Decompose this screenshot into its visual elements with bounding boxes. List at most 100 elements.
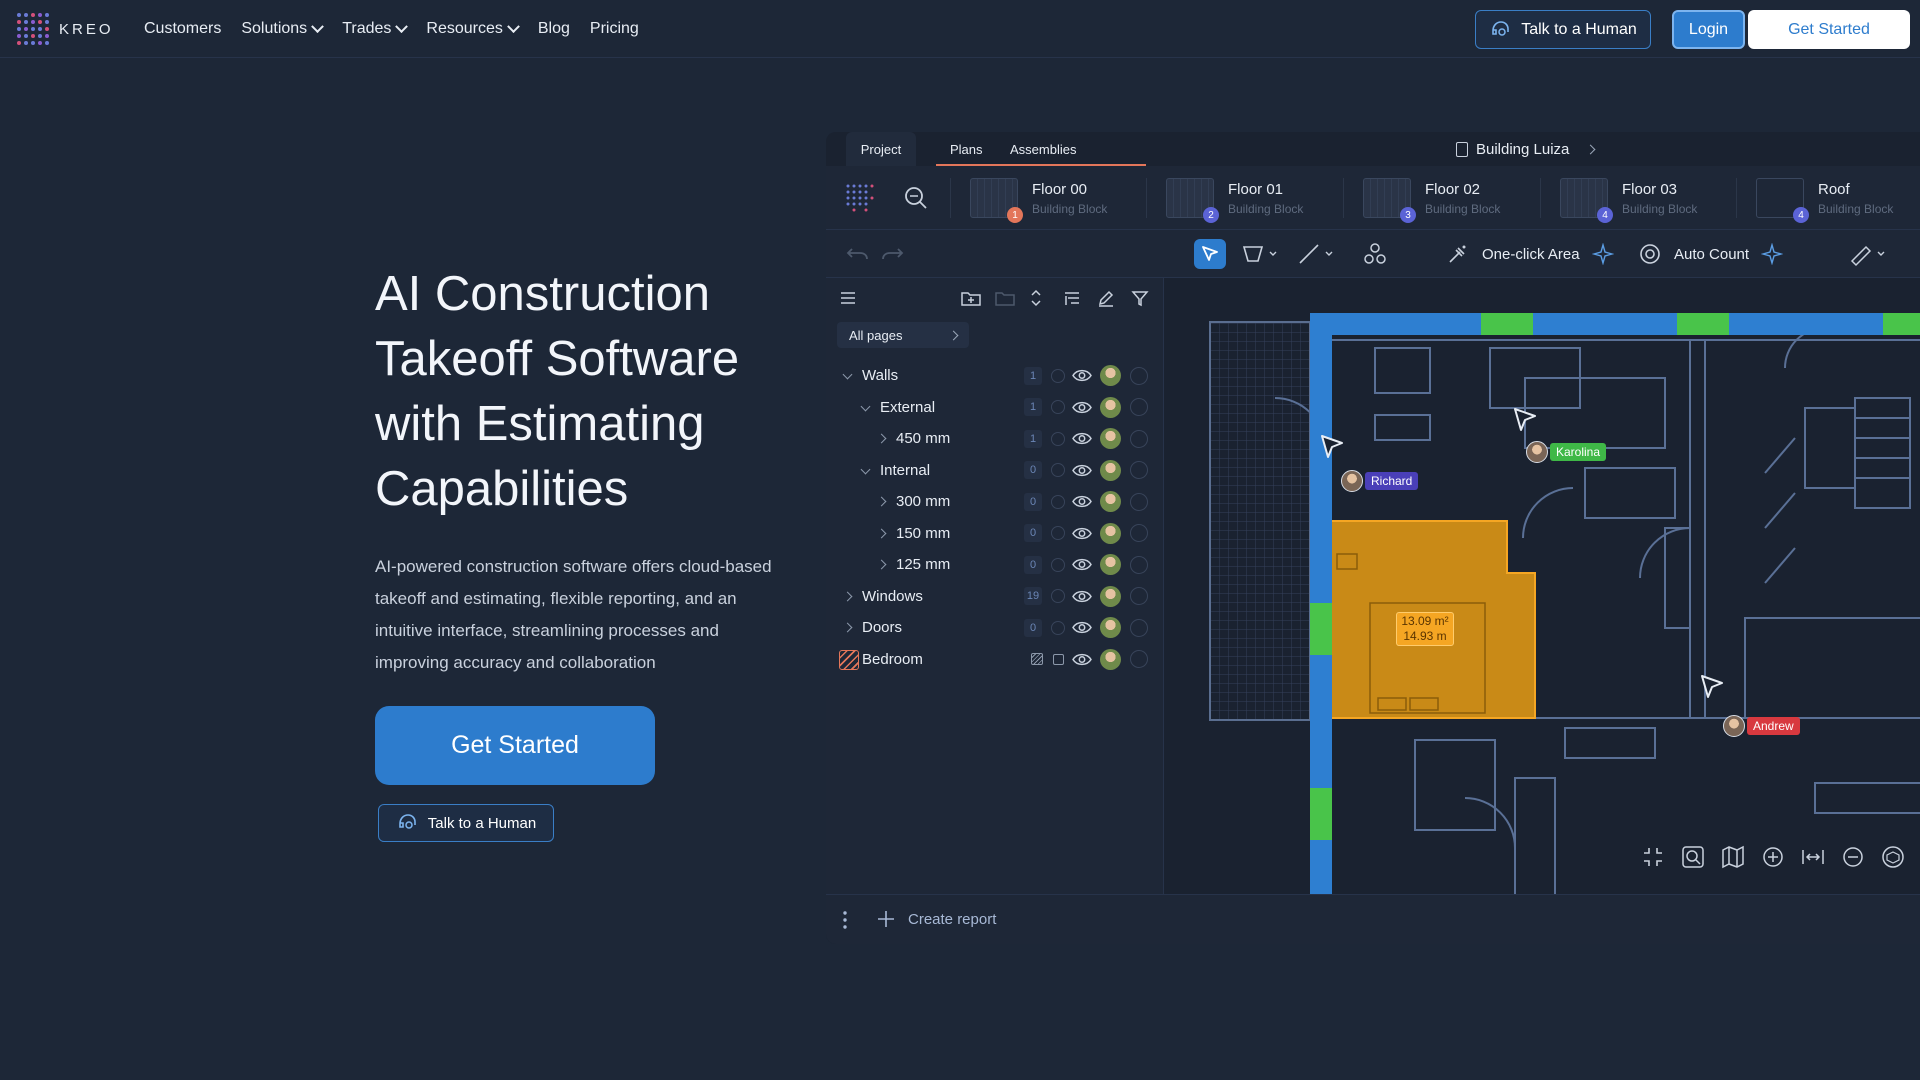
share-icon[interactable] xyxy=(1130,650,1148,669)
get-started-hero-button[interactable]: Get Started xyxy=(375,706,655,785)
eye-icon[interactable] xyxy=(1072,621,1092,634)
all-pages-selector[interactable]: All pages xyxy=(837,322,969,348)
chevron-right-icon[interactable] xyxy=(876,433,887,444)
eye-icon[interactable] xyxy=(1072,558,1092,571)
floor-card-02[interactable]: 3 Floor 02 Building Block xyxy=(1363,174,1500,223)
tree-row[interactable]: Doors 0 xyxy=(826,612,1164,644)
eye-icon[interactable] xyxy=(1072,527,1092,540)
create-report-button[interactable]: Create report xyxy=(876,909,996,929)
zoom-search-icon[interactable] xyxy=(900,182,932,214)
menu-trades[interactable]: Trades xyxy=(342,19,409,38)
chevron-right-icon[interactable] xyxy=(876,496,887,507)
color-dot-icon[interactable] xyxy=(1051,431,1065,446)
redo-icon[interactable] xyxy=(878,239,906,269)
zoom-in-icon[interactable] xyxy=(1760,844,1786,870)
filter-icon[interactable] xyxy=(1130,288,1150,308)
floor-card-00[interactable]: 1 Floor 00 Building Block xyxy=(970,174,1107,223)
more-vertical-icon[interactable] xyxy=(842,910,848,930)
chevron-down-icon[interactable] xyxy=(860,401,871,411)
chevron-right-icon[interactable] xyxy=(842,591,853,601)
tree-row[interactable]: External 1 xyxy=(826,392,1164,424)
floor-card-01[interactable]: 2 Floor 01 Building Block xyxy=(1166,174,1303,223)
color-dot-icon[interactable] xyxy=(1051,557,1065,572)
grid-dots-icon[interactable] xyxy=(844,182,876,214)
floor-card-03[interactable]: 4 Floor 03 Building Block xyxy=(1560,174,1697,223)
share-icon[interactable] xyxy=(1130,366,1148,385)
edit-icon[interactable] xyxy=(1096,288,1116,308)
color-dot-icon[interactable] xyxy=(1051,400,1065,415)
share-icon[interactable] xyxy=(1130,587,1148,606)
eye-icon[interactable] xyxy=(1072,369,1092,382)
tab-assemblies[interactable]: Assemblies xyxy=(1010,132,1076,166)
tree-row[interactable]: Internal 0 xyxy=(826,455,1164,487)
chevron-right-icon[interactable] xyxy=(876,559,887,570)
tree-row[interactable]: 450 mm 1 xyxy=(826,423,1164,455)
menu-customers[interactable]: Customers xyxy=(144,20,221,38)
share-icon[interactable] xyxy=(1130,398,1148,417)
select-tool-button[interactable] xyxy=(1194,239,1226,269)
map-icon[interactable] xyxy=(1720,844,1746,870)
chevron-down-icon[interactable] xyxy=(860,464,871,474)
tree-row[interactable]: Walls 1 xyxy=(826,360,1164,392)
color-dot-icon[interactable] xyxy=(1051,526,1065,541)
tree-row[interactable]: Bedroom xyxy=(826,644,1164,676)
menu-pricing[interactable]: Pricing xyxy=(590,20,639,38)
menu-icon[interactable] xyxy=(838,288,858,308)
drawing-canvas[interactable]: Richard Karolina Andrew 13.09 m² 14.93 m xyxy=(1165,278,1920,894)
tab-plans[interactable]: Plans xyxy=(950,132,983,166)
menu-blog[interactable]: Blog xyxy=(538,20,570,38)
undo-icon[interactable] xyxy=(844,239,872,269)
eye-icon[interactable] xyxy=(1072,432,1092,445)
color-dot-icon[interactable] xyxy=(1051,368,1065,383)
eye-icon[interactable] xyxy=(1072,401,1092,414)
talk-to-human-hero-button[interactable]: Talk to a Human xyxy=(378,804,554,842)
count-points-icon[interactable] xyxy=(1362,239,1388,269)
ruler-icon[interactable] xyxy=(1846,239,1890,269)
share-icon[interactable] xyxy=(1130,555,1148,574)
eye-icon[interactable] xyxy=(1072,590,1092,603)
tree-row[interactable]: 150 mm 0 xyxy=(826,518,1164,550)
zoom-out-icon[interactable] xyxy=(1840,844,1866,870)
login-button[interactable]: Login xyxy=(1672,10,1745,49)
folder-icon[interactable] xyxy=(994,288,1016,308)
polygon-area-icon[interactable] xyxy=(1240,239,1280,269)
eye-icon[interactable] xyxy=(1072,653,1092,666)
zoom-area-icon[interactable] xyxy=(1680,844,1706,870)
chevron-down-icon[interactable] xyxy=(842,369,853,380)
one-click-area-tool[interactable]: One-click Area xyxy=(1446,239,1614,269)
tree-row[interactable]: Windows 19 xyxy=(826,581,1164,613)
kreo-logo[interactable]: KREO xyxy=(17,13,114,45)
color-dot-icon[interactable] xyxy=(1051,494,1065,509)
floor-card-roof[interactable]: 4 Roof Building Block xyxy=(1756,174,1893,223)
auto-count-tool[interactable]: Auto Count xyxy=(1638,239,1784,269)
color-dot-icon[interactable] xyxy=(1051,620,1065,635)
expand-collapse-icon[interactable] xyxy=(1028,288,1044,308)
share-icon[interactable] xyxy=(1130,618,1148,637)
chevron-right-icon[interactable] xyxy=(876,528,887,538)
share-icon[interactable] xyxy=(1130,429,1148,448)
fit-width-icon[interactable] xyxy=(1800,844,1826,870)
building-selector[interactable]: Building Luiza xyxy=(1456,132,1596,166)
eye-icon[interactable] xyxy=(1072,464,1092,477)
tree-row[interactable]: 125 mm 0 xyxy=(826,549,1164,581)
share-icon[interactable] xyxy=(1130,492,1148,511)
talk-to-human-button[interactable]: Talk to a Human xyxy=(1475,10,1651,49)
fit-screen-icon[interactable] xyxy=(1640,844,1666,870)
tree-row[interactable]: 300 mm 0 xyxy=(826,486,1164,518)
3d-view-icon[interactable] xyxy=(1880,844,1906,870)
line-measure-icon[interactable] xyxy=(1296,239,1336,269)
chevron-right-icon[interactable] xyxy=(842,622,853,633)
hatch-toggle-icon[interactable] xyxy=(1031,653,1043,666)
eye-icon[interactable] xyxy=(1072,495,1092,508)
sort-icon[interactable] xyxy=(1062,288,1082,308)
get-started-nav-button[interactable]: Get Started xyxy=(1748,10,1910,49)
menu-solutions[interactable]: Solutions xyxy=(241,19,325,38)
menu-resources[interactable]: Resources xyxy=(426,19,520,38)
tab-project[interactable]: Project xyxy=(846,132,916,166)
share-icon[interactable] xyxy=(1130,461,1148,480)
color-dot-icon[interactable] xyxy=(1051,463,1065,478)
checkbox-icon[interactable] xyxy=(1053,653,1064,665)
share-icon[interactable] xyxy=(1130,524,1148,543)
color-dot-icon[interactable] xyxy=(1051,589,1065,604)
add-folder-icon[interactable] xyxy=(960,288,982,308)
